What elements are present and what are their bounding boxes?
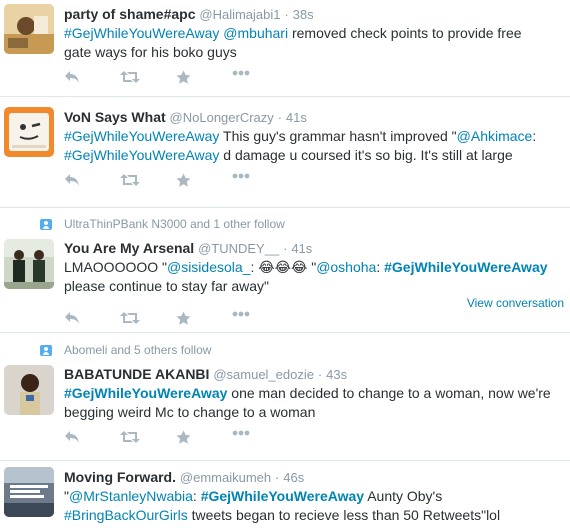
more-button[interactable] xyxy=(232,173,288,189)
tweet[interactable]: party of shame#apc @Halimajabi1 · 38s #G… xyxy=(0,0,570,97)
tweet-header: You Are My Arsenal @TUNDEY__ · 41s xyxy=(64,239,312,258)
hashtag-link[interactable]: #GejWhileYouWereAway xyxy=(201,488,364,504)
retweet-icon xyxy=(120,312,140,324)
more-button[interactable] xyxy=(232,70,288,86)
user-handle[interactable]: @Halimajabi1 xyxy=(199,7,280,22)
user-name[interactable]: You Are My Arsenal xyxy=(64,240,194,256)
follow-context-text[interactable]: Abomeli and 5 others follow xyxy=(64,343,211,357)
favorite-icon xyxy=(176,430,191,444)
retweet-button[interactable] xyxy=(120,70,176,86)
user-handle[interactable]: @samuel_edozie xyxy=(213,367,314,382)
view-conversation-link[interactable]: View conversation xyxy=(467,296,564,310)
retweet-icon xyxy=(120,71,140,83)
timestamp[interactable]: 38s xyxy=(293,7,314,22)
tweet[interactable]: Moving Forward. @emmaikumeh · 46s "@MrSt… xyxy=(0,461,570,531)
separator: · xyxy=(317,367,323,382)
tweet-text: "@MrStanleyNwabia: #GejWhileYouWereAway … xyxy=(64,488,501,523)
avatar[interactable] xyxy=(4,239,54,289)
user-name[interactable]: Moving Forward. xyxy=(64,469,176,485)
more-icon xyxy=(232,70,250,76)
follow-context: Abomeli and 5 others follow xyxy=(40,343,211,357)
tweet-text: #GejWhileYouWereAway one man decided to … xyxy=(64,385,551,420)
retweet-button[interactable] xyxy=(120,430,176,446)
tweet-actions xyxy=(64,173,288,189)
timestamp[interactable]: 43s xyxy=(326,367,347,382)
reply-icon xyxy=(65,312,79,324)
mention-link[interactable]: @oshoha xyxy=(316,259,376,275)
mention-link[interactable]: @mbuhari xyxy=(223,25,288,41)
tweet-header: Moving Forward. @emmaikumeh · 46s xyxy=(64,468,304,487)
timestamp[interactable]: 46s xyxy=(283,470,304,485)
reply-button[interactable] xyxy=(64,311,120,327)
favorite-button[interactable] xyxy=(176,70,232,86)
hashtag-link[interactable]: #GejWhileYouWereAway xyxy=(384,259,547,275)
tweet-text-line: begging weird Mc to change to a woman xyxy=(64,404,316,420)
avatar[interactable] xyxy=(4,365,54,415)
retweet-button[interactable] xyxy=(120,311,176,327)
user-name[interactable]: party of shame#apc xyxy=(64,6,196,22)
tweet-header: party of shame#apc @Halimajabi1 · 38s xyxy=(64,5,314,24)
tweet-header: BABATUNDE AKANBI @samuel_edozie · 43s xyxy=(64,365,347,384)
tweet-text: LMAOOOOOO "@sisidesola_: 😂😂😂 "@oshoha: #… xyxy=(64,259,548,294)
favorite-icon xyxy=(176,70,191,84)
tweet-header: VoN Says What @NoLongerCrazy · 41s xyxy=(64,108,307,127)
user-name[interactable]: BABATUNDE AKANBI xyxy=(64,366,209,382)
user-icon xyxy=(40,344,52,356)
favorite-button[interactable] xyxy=(176,311,232,327)
separator: · xyxy=(283,241,288,256)
favorite-icon xyxy=(176,311,191,325)
avatar[interactable] xyxy=(4,107,54,157)
more-button[interactable] xyxy=(232,430,288,446)
hashtag-link[interactable]: #GejWhileYouWereAway xyxy=(64,25,219,41)
more-icon xyxy=(232,430,250,436)
retweet-icon xyxy=(120,431,140,443)
reply-icon xyxy=(65,174,79,186)
more-icon xyxy=(232,173,250,179)
hashtag-link[interactable]: #GejWhileYouWereAway xyxy=(64,385,227,401)
user-icon xyxy=(40,218,52,230)
more-button[interactable] xyxy=(232,311,288,327)
reply-button[interactable] xyxy=(64,70,120,86)
tweet-text-line: please continue to stay far away" xyxy=(64,278,269,294)
tweet-text-line: gate ways for his boko guys xyxy=(64,44,237,60)
mention-link[interactable]: @MrStanleyNwabia xyxy=(69,488,193,504)
user-handle[interactable]: @emmaikumeh xyxy=(180,470,271,485)
more-icon xyxy=(232,311,250,317)
reply-icon xyxy=(65,431,79,443)
mention-link[interactable]: @Ahkimace xyxy=(457,128,533,144)
follow-context: UltraThinPBank N3000 and 1 other follow xyxy=(40,217,285,231)
reply-button[interactable] xyxy=(64,173,120,189)
tweet-feed: party of shame#apc @Halimajabi1 · 38s #G… xyxy=(0,0,570,531)
tweet[interactable]: Abomeli and 5 others follow BABATUNDE AK… xyxy=(0,333,570,461)
user-handle[interactable]: @NoLongerCrazy xyxy=(170,110,274,125)
reply-icon xyxy=(65,71,79,83)
favorite-button[interactable] xyxy=(176,173,232,189)
separator: · xyxy=(277,110,283,125)
follow-context-text[interactable]: UltraThinPBank N3000 and 1 other follow xyxy=(64,217,285,231)
tweet-text: #GejWhileYouWereAway This guy's grammar … xyxy=(64,128,537,163)
timestamp[interactable]: 41s xyxy=(291,241,312,256)
avatar[interactable] xyxy=(4,467,54,517)
retweet-button[interactable] xyxy=(120,173,176,189)
hashtag-link[interactable]: #BringBackOurGirls xyxy=(64,507,188,523)
hashtag-link[interactable]: #GejWhileYouWereAway xyxy=(64,128,219,144)
tweet-actions xyxy=(64,311,288,327)
avatar[interactable] xyxy=(4,4,54,54)
hashtag-link[interactable]: #GejWhileYouWereAway xyxy=(64,147,219,163)
tweet[interactable]: VoN Says What @NoLongerCrazy · 41s #GejW… xyxy=(0,97,570,208)
separator: · xyxy=(284,7,289,22)
user-name[interactable]: VoN Says What xyxy=(64,109,166,125)
user-handle[interactable]: @TUNDEY__ xyxy=(198,241,279,256)
separator: · xyxy=(275,470,280,485)
retweet-icon xyxy=(120,174,140,186)
tweet[interactable]: UltraThinPBank N3000 and 1 other follow … xyxy=(0,208,570,333)
favorite-icon xyxy=(176,173,191,187)
tweet-actions xyxy=(64,430,288,446)
tweet-text: #GejWhileYouWereAway @mbuhari removed ch… xyxy=(64,25,522,60)
reply-button[interactable] xyxy=(64,430,120,446)
timestamp[interactable]: 41s xyxy=(286,110,307,125)
tweet-actions xyxy=(64,70,288,86)
favorite-button[interactable] xyxy=(176,430,232,446)
mention-link[interactable]: @sisidesola_ xyxy=(167,259,250,275)
